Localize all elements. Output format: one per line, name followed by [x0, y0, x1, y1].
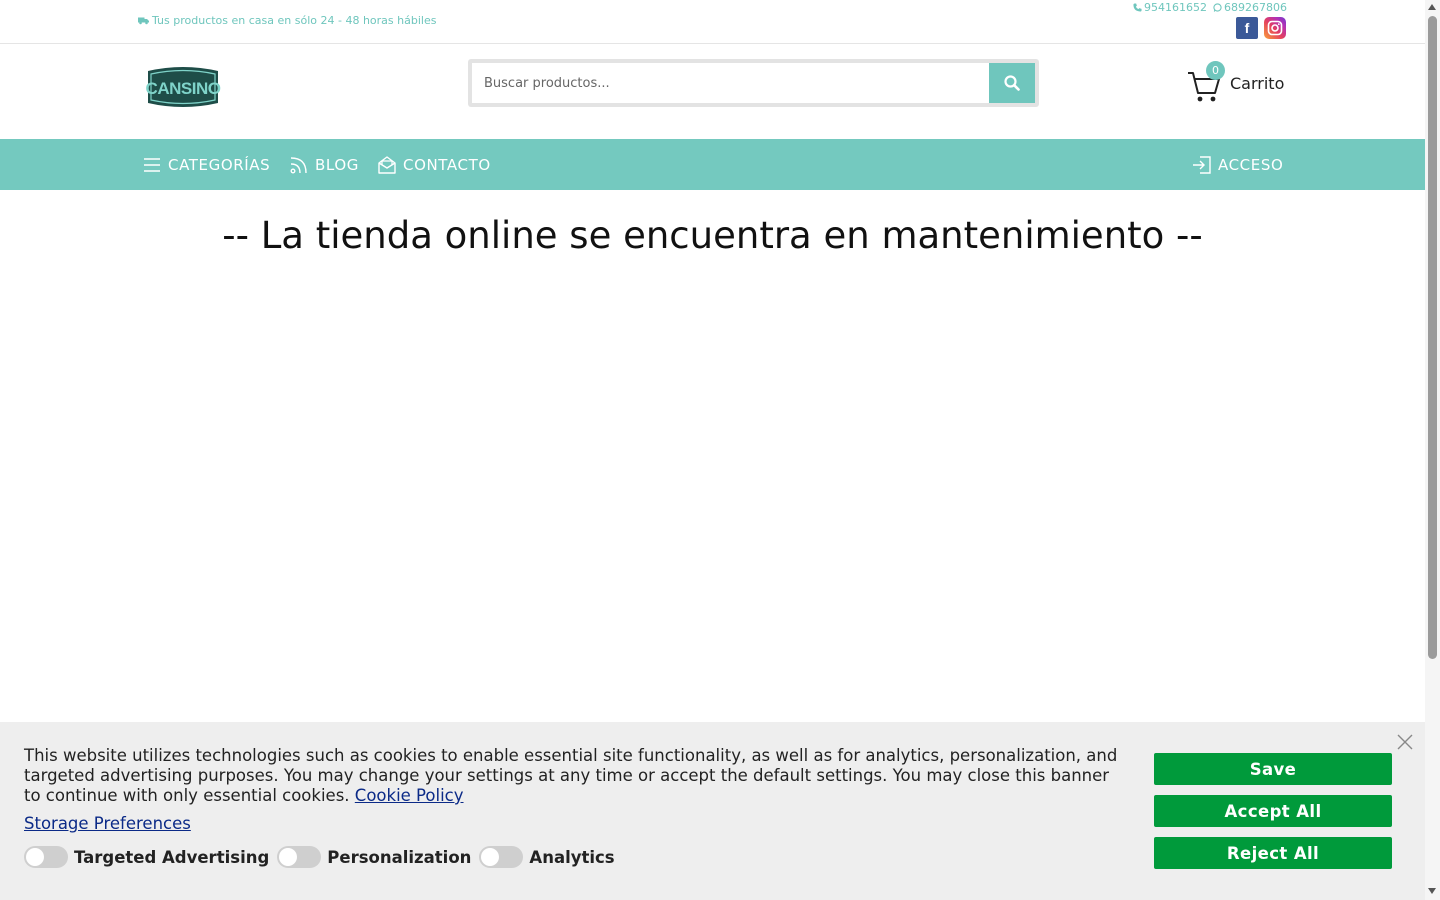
phone-link[interactable]: 954161652: [1133, 1, 1207, 14]
nav-contact-label: CONTACTO: [403, 155, 491, 174]
phone-icon: [1133, 3, 1142, 12]
search-box: [468, 59, 1039, 107]
reject-all-button[interactable]: Reject All: [1154, 837, 1392, 869]
personalization-label: Personalization: [327, 847, 472, 867]
shipping-notice: Tus productos en casa en sólo 24 - 48 ho…: [138, 14, 436, 27]
analytics-switch[interactable]: [479, 846, 524, 868]
storage-preferences-link[interactable]: Storage Preferences: [24, 814, 191, 833]
scroll-thumb[interactable]: [1428, 16, 1437, 659]
maintenance-title: -- La tienda online se encuentra en mant…: [222, 214, 1203, 257]
targeted-advertising-switch[interactable]: [24, 846, 68, 868]
toggle-analytics: Analytics: [479, 846, 615, 868]
toggle-personalization: Personalization: [277, 846, 471, 868]
phone-number: 954161652: [1144, 1, 1207, 14]
nav-blog[interactable]: BLOG: [289, 139, 359, 190]
contact-info: 954161652 689267806: [1133, 1, 1287, 14]
scroll-down-arrow-icon[interactable]: [1428, 888, 1436, 894]
search-button[interactable]: [989, 63, 1035, 103]
analytics-label: Analytics: [529, 847, 615, 867]
nav-contact[interactable]: CONTACTO: [377, 139, 491, 190]
social-links: f: [1236, 17, 1286, 39]
personalization-switch[interactable]: [277, 846, 322, 868]
save-button[interactable]: Save: [1154, 753, 1392, 785]
nav-categories[interactable]: CATEGORÍAS: [142, 139, 270, 190]
instagram-icon[interactable]: [1264, 17, 1286, 39]
facebook-icon[interactable]: f: [1236, 17, 1258, 39]
nav-login[interactable]: ACCESO: [1192, 139, 1283, 190]
search-icon: [1004, 75, 1020, 91]
nav-blog-label: BLOG: [315, 155, 359, 174]
whatsapp-number: 689267806: [1224, 1, 1287, 14]
whatsapp-link[interactable]: 689267806: [1213, 1, 1287, 14]
cookie-policy-link[interactable]: Cookie Policy: [355, 786, 464, 805]
cart-icon: 0: [1186, 61, 1225, 103]
toggle-targeted-advertising: Targeted Advertising: [24, 846, 269, 868]
cookie-text: This website utilizes technologies such …: [24, 746, 1118, 805]
envelope-icon: [378, 155, 396, 174]
login-icon: [1193, 155, 1211, 174]
search-input[interactable]: [472, 63, 989, 103]
cart-label: Carrito: [1230, 73, 1285, 93]
cookie-toggles: Targeted Advertising Personalization Ana…: [24, 846, 615, 868]
targeted-advertising-label: Targeted Advertising: [74, 847, 270, 867]
accept-all-button[interactable]: Accept All: [1154, 795, 1392, 827]
logo-text: CANSINO: [146, 79, 221, 98]
nav-categories-label: CATEGORÍAS: [168, 155, 271, 174]
close-icon[interactable]: [1396, 733, 1414, 751]
cookie-banner: This website utilizes technologies such …: [0, 722, 1425, 900]
whatsapp-icon: [1213, 3, 1222, 12]
rss-icon: [290, 156, 307, 173]
main-nav: CATEGORÍAS BLOG CONTACTO ACCESO: [0, 139, 1425, 190]
shipping-text: Tus productos en casa en sólo 24 - 48 ho…: [152, 14, 437, 27]
truck-icon: [138, 17, 149, 25]
top-bar: Tus productos en casa en sólo 24 - 48 ho…: [0, 0, 1425, 44]
site-header: CANSINO 0 Carrito: [0, 44, 1425, 139]
cart-button[interactable]: 0 Carrito: [1186, 58, 1296, 108]
menu-icon: [144, 157, 160, 172]
nav-login-label: ACCESO: [1218, 155, 1284, 174]
cookie-message: This website utilizes technologies such …: [24, 746, 1124, 806]
scrollbar[interactable]: [1425, 0, 1440, 900]
cart-count-badge: 0: [1206, 61, 1225, 80]
cansino-logo[interactable]: CANSINO: [144, 63, 222, 111]
scroll-up-arrow-icon[interactable]: [1428, 4, 1436, 10]
